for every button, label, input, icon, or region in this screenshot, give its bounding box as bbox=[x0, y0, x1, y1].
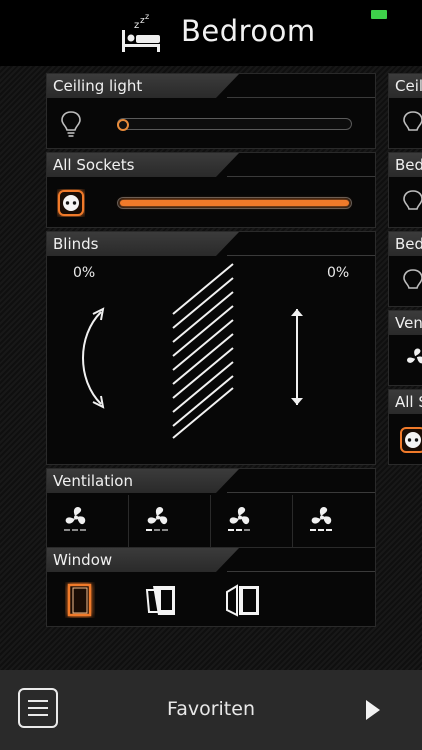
header: z z z Bedroom bbox=[0, 0, 422, 66]
page-title: Bedroom bbox=[181, 14, 316, 48]
card-label: All Sockets bbox=[53, 156, 135, 174]
battery-indicator bbox=[371, 10, 387, 19]
blinds-slats-icon[interactable] bbox=[169, 262, 235, 440]
card-window: Window bbox=[46, 547, 376, 627]
fan-level-2-button[interactable] bbox=[211, 495, 293, 547]
window-tilted-icon[interactable] bbox=[145, 582, 179, 618]
footer-title: Favoriten bbox=[167, 698, 255, 720]
side-card-5[interactable]: All S bbox=[388, 389, 422, 465]
card-all-sockets: All Sockets bbox=[46, 152, 376, 228]
blinds-tilt-percent: 0% bbox=[73, 265, 96, 281]
card-label: Window bbox=[53, 551, 113, 569]
fan-icon bbox=[146, 507, 168, 531]
blinds-position-percent: 0% bbox=[327, 265, 350, 281]
window-closed-icon[interactable] bbox=[65, 582, 95, 618]
sleeping-bed-icon: z z z bbox=[122, 12, 160, 52]
side-card-3[interactable]: Bed bbox=[388, 231, 422, 307]
lightbulb-icon bbox=[403, 269, 422, 289]
card-label: Ventilation bbox=[53, 472, 133, 490]
fan-icon bbox=[64, 507, 86, 531]
all-sockets-slider-fill bbox=[120, 200, 349, 206]
side-card-4[interactable]: Ven bbox=[388, 310, 422, 386]
side-card-1[interactable]: Ceili bbox=[388, 73, 422, 149]
lightbulb-icon bbox=[403, 111, 422, 131]
play-icon[interactable] bbox=[366, 700, 380, 720]
power-socket-icon[interactable] bbox=[57, 189, 85, 217]
fan-icon bbox=[228, 507, 250, 531]
up-down-arrow-icon[interactable] bbox=[287, 306, 307, 408]
tilt-arc-arrow-icon[interactable] bbox=[75, 306, 109, 410]
lightbulb-icon[interactable] bbox=[61, 110, 81, 138]
fan-icon bbox=[407, 348, 422, 364]
window-open-icon[interactable] bbox=[225, 582, 263, 618]
fan-off-button[interactable] bbox=[47, 495, 129, 547]
card-blinds: Blinds 0% 0% bbox=[46, 231, 376, 465]
bottom-bar: Favoriten bbox=[0, 670, 422, 750]
fan-level-1-button[interactable] bbox=[129, 495, 211, 547]
fan-icon bbox=[310, 507, 332, 531]
card-label: Ceiling light bbox=[53, 77, 143, 95]
svg-text:z: z bbox=[134, 20, 139, 31]
card-ceiling-light: Ceiling light bbox=[46, 73, 376, 149]
lightbulb-icon bbox=[403, 190, 422, 210]
power-socket-icon bbox=[400, 427, 422, 453]
svg-text:z: z bbox=[145, 12, 149, 21]
ceiling-light-slider-knob[interactable] bbox=[117, 119, 129, 131]
fan-level-3-button[interactable] bbox=[293, 495, 374, 547]
side-card-2[interactable]: Bed bbox=[388, 152, 422, 228]
card-ventilation: Ventilation bbox=[46, 468, 376, 548]
card-label: Blinds bbox=[53, 235, 99, 253]
ceiling-light-slider[interactable] bbox=[117, 118, 352, 130]
all-sockets-slider[interactable] bbox=[117, 197, 352, 209]
